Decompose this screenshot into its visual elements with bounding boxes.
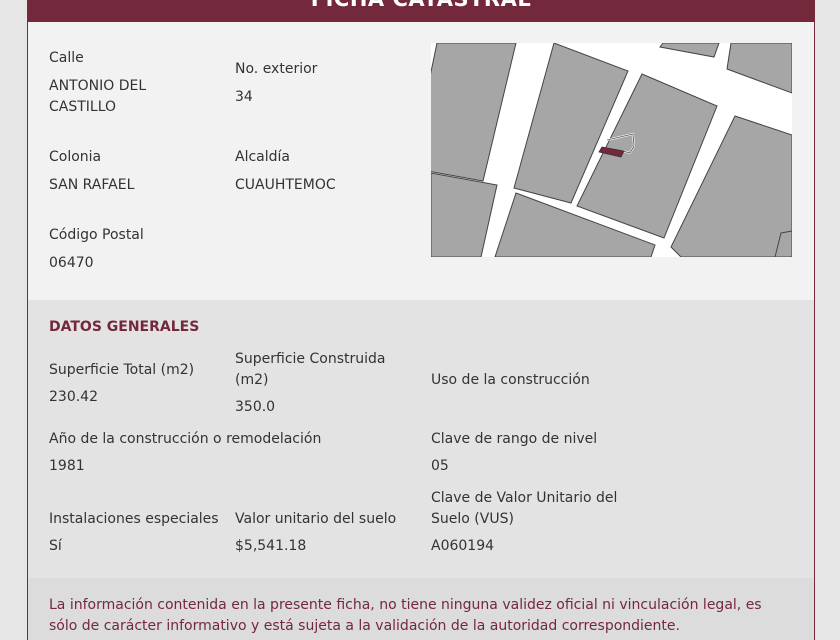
clave-rango-label: Clave de rango de nivel bbox=[431, 431, 598, 447]
instalaciones-value: Sí bbox=[49, 538, 62, 554]
codigo-postal-value: 06470 bbox=[49, 255, 94, 271]
cadastral-card: FICHA CATASTRAL Calle ANTONIO DEL CASTIL… bbox=[27, 0, 815, 640]
disclaimer-section: La información contenida en la presente … bbox=[28, 578, 814, 640]
instalaciones-label: Instalaciones especiales bbox=[49, 511, 219, 527]
valor-unitario-label: Valor unitario del suelo bbox=[235, 511, 397, 527]
parcel-map-svg bbox=[431, 43, 792, 257]
superficie-total-value: 230.42 bbox=[49, 389, 98, 405]
codigo-postal-label: Código Postal bbox=[49, 227, 144, 243]
colonia-label: Colonia bbox=[49, 149, 102, 165]
clave-rango-value: 05 bbox=[431, 458, 449, 474]
no-exterior-label: No. exterior bbox=[235, 61, 318, 77]
anio-construccion-label: Año de la construcción o remodelación bbox=[49, 431, 322, 447]
superficie-total-label: Superficie Total (m2) bbox=[49, 362, 195, 378]
datos-generales-section: DATOS GENERALES Superficie Total (m2) 23… bbox=[28, 300, 814, 578]
colonia-value: SAN RAFAEL bbox=[49, 177, 135, 193]
disclaimer-text: La información contenida en la presente … bbox=[49, 597, 762, 634]
datos-generales-title: DATOS GENERALES bbox=[49, 319, 200, 335]
card-title: FICHA CATASTRAL bbox=[28, 0, 814, 11]
superficie-construida-value: 350.0 bbox=[235, 399, 276, 415]
vus-label: Clave de Valor Unitario del Suelo (VUS) bbox=[431, 490, 618, 527]
valor-unitario-value: $5,541.18 bbox=[235, 538, 307, 554]
card-header: FICHA CATASTRAL bbox=[28, 0, 814, 22]
alcaldia-label: Alcaldía bbox=[235, 149, 290, 165]
superficie-construida-label: Superficie Construida (m2) bbox=[235, 351, 386, 388]
parcel-map[interactable] bbox=[431, 43, 792, 257]
calle-value: ANTONIO DEL CASTILLO bbox=[49, 78, 147, 115]
uso-construccion-label: Uso de la construcción bbox=[431, 372, 590, 388]
anio-construccion-value: 1981 bbox=[49, 458, 85, 474]
calle-label: Calle bbox=[49, 50, 84, 66]
vus-value: A060194 bbox=[431, 538, 495, 554]
alcaldia-value: CUAUHTEMOC bbox=[235, 177, 336, 193]
no-exterior-value: 34 bbox=[235, 89, 253, 105]
